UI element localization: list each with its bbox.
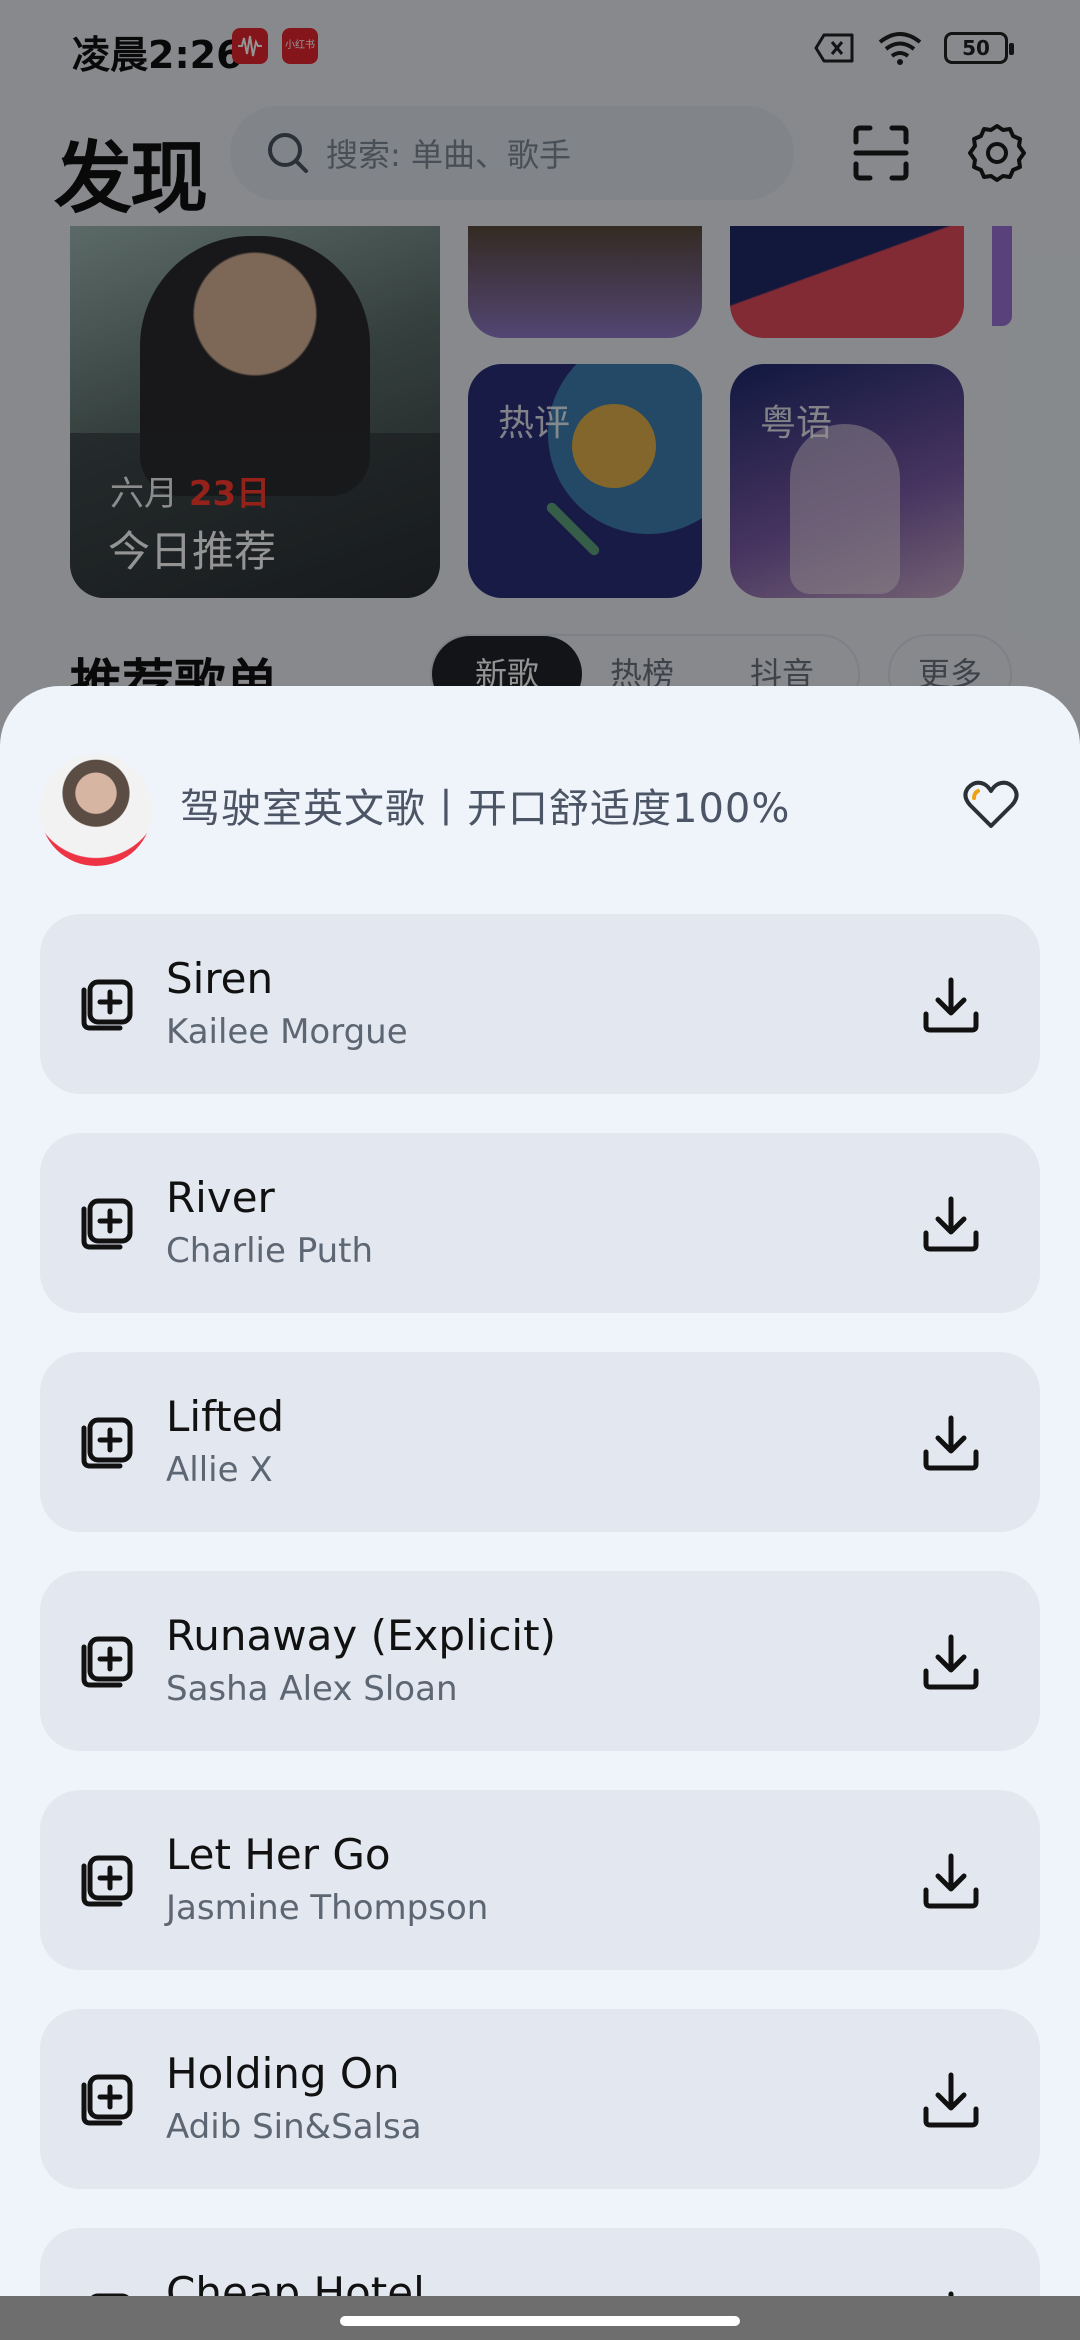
song-artist: Charlie Puth <box>166 1231 374 1271</box>
download-icon[interactable] <box>920 1631 982 1693</box>
favorite-button[interactable] <box>960 774 1022 836</box>
add-to-playlist-icon[interactable] <box>76 976 134 1034</box>
download-icon[interactable] <box>920 2069 982 2131</box>
song-row[interactable]: Cheap Hotel <box>40 2228 1040 2296</box>
add-to-playlist-icon[interactable] <box>76 1852 134 1910</box>
song-row[interactable]: Holding On Adib Sin&Salsa <box>40 2009 1040 2189</box>
song-artist: Allie X <box>166 1450 273 1490</box>
download-icon[interactable] <box>920 1193 982 1255</box>
song-row[interactable]: River Charlie Puth <box>40 1133 1040 1313</box>
playlist-cover-avatar[interactable] <box>40 754 152 866</box>
song-artist: Sasha Alex Sloan <box>166 1669 458 1709</box>
download-icon[interactable] <box>920 974 982 1036</box>
heart-icon <box>963 780 1019 828</box>
song-row[interactable]: Lifted Allie X <box>40 1352 1040 1532</box>
screen: 凌晨2:26 小红书 50 发现 搜索: 单曲、歌手 六月 23日 今日推荐 热… <box>0 0 1080 2340</box>
song-artist: Adib Sin&Salsa <box>166 2107 422 2147</box>
playlist-bottom-sheet: 驾驶室英文歌丨开口舒适度100% Siren Kailee Morgue Riv… <box>0 686 1080 2296</box>
song-title: Holding On <box>166 2049 400 2098</box>
download-icon[interactable] <box>920 1412 982 1474</box>
song-title: Siren <box>166 954 274 1003</box>
download-icon[interactable] <box>920 2288 982 2296</box>
download-icon[interactable] <box>920 1850 982 1912</box>
song-title: Runaway (Explicit) <box>166 1611 556 1660</box>
system-navigation-bar <box>0 2296 1080 2340</box>
song-title: Cheap Hotel <box>166 2268 425 2296</box>
song-title: River <box>166 1173 275 1222</box>
song-row[interactable]: Runaway (Explicit) Sasha Alex Sloan <box>40 1571 1040 1751</box>
song-row[interactable]: Let Her Go Jasmine Thompson <box>40 1790 1040 1970</box>
add-to-playlist-icon[interactable] <box>76 1633 134 1691</box>
song-artist: Kailee Morgue <box>166 1012 408 1052</box>
sheet-header: 驾驶室英文歌丨开口舒适度100% <box>0 686 1080 916</box>
song-title: Let Her Go <box>166 1830 391 1879</box>
song-artist: Jasmine Thompson <box>166 1888 489 1928</box>
add-to-playlist-icon[interactable] <box>76 2071 134 2129</box>
song-title: Lifted <box>166 1392 285 1441</box>
song-row[interactable]: Siren Kailee Morgue <box>40 914 1040 1094</box>
add-to-playlist-icon[interactable] <box>76 1195 134 1253</box>
playlist-title[interactable]: 驾驶室英文歌丨开口舒适度100% <box>180 776 790 834</box>
add-to-playlist-icon[interactable] <box>76 1414 134 1472</box>
home-indicator[interactable] <box>340 2316 740 2326</box>
